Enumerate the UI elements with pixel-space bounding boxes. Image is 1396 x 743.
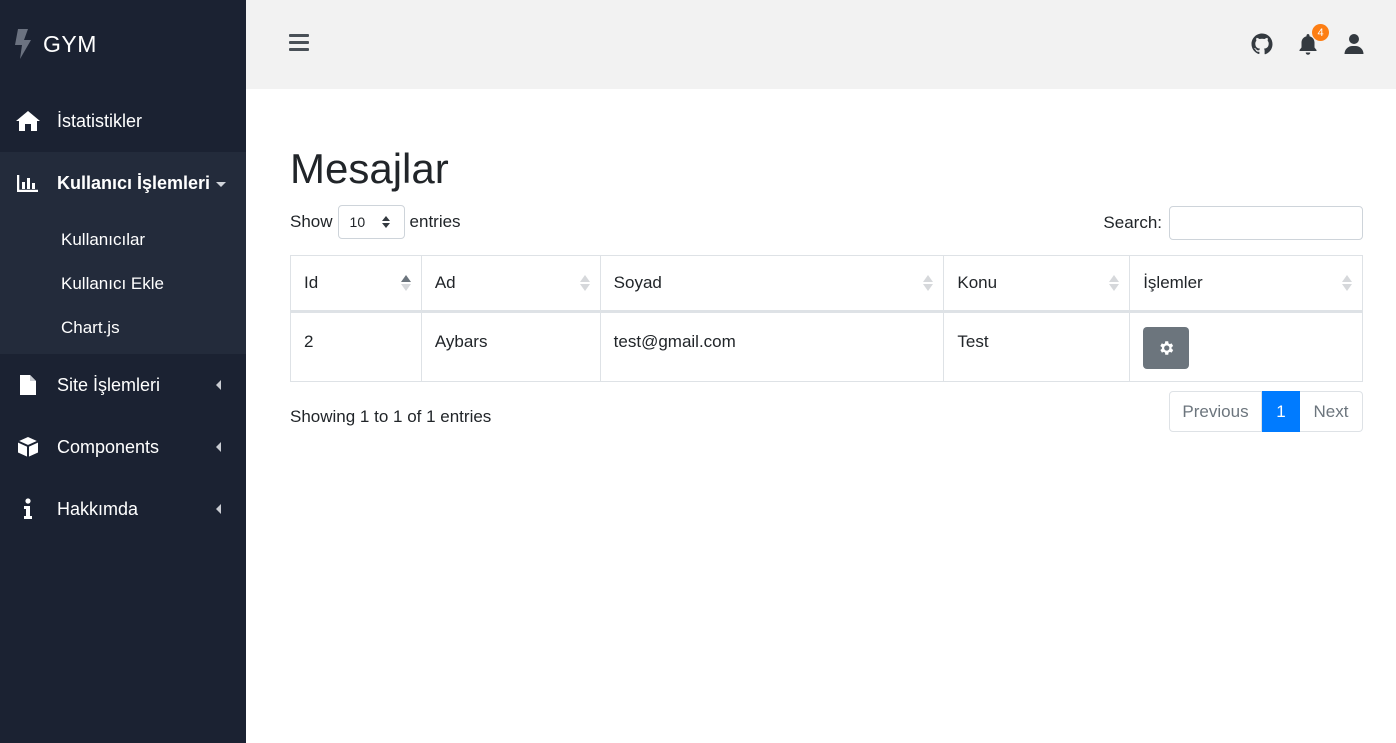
column-header-islemler[interactable]: İşlemler — [1129, 255, 1363, 313]
column-header-label: İşlemler — [1143, 273, 1203, 292]
page-title: Mesajlar — [290, 145, 449, 192]
file-icon — [15, 374, 41, 396]
chart-bar-icon — [15, 172, 41, 194]
sidebar-item-istatistikler[interactable]: İstatistikler — [0, 90, 246, 152]
caret-left-icon — [216, 442, 221, 452]
column-header-label: Soyad — [613, 273, 662, 292]
column-header-ad[interactable]: Ad — [420, 255, 601, 313]
table-row: 2 Aybars test@gmail.com Test — [290, 311, 1363, 382]
column-header-label: Ad — [434, 273, 456, 292]
cell-id: 2 — [290, 311, 422, 382]
column-header-label: Id — [304, 273, 319, 292]
messages-table: Id Ad Soyad Konu İşlemler 2 Aybars test@… — [290, 255, 1363, 382]
topbar: 4 — [246, 0, 1396, 89]
sidebar-item-label: Site İşlemleri — [57, 374, 161, 395]
pagination-next[interactable]: Next — [1300, 391, 1363, 432]
sort-icon — [1342, 275, 1352, 291]
caret-down-icon — [216, 181, 227, 187]
bars-icon[interactable] — [289, 34, 309, 52]
show-label: Show — [290, 212, 333, 231]
page-length-select[interactable]: 10 — [337, 205, 405, 239]
brand[interactable]: GYM — [0, 0, 246, 88]
sidebar-item-label: İstatistikler — [57, 110, 143, 131]
pagination: Previous 1 Next — [1169, 391, 1363, 432]
search-label: Search: — [1103, 213, 1162, 232]
sidebar-item-kullanici-islemleri[interactable]: Kullanıcı İşlemleri — [0, 152, 246, 214]
sort-icon — [923, 275, 934, 291]
sidebar-item-site-islemleri[interactable]: Site İşlemleri — [0, 354, 246, 416]
gear-icon — [1160, 341, 1174, 355]
sidebar: GYM İstatistikler Kullanıcı İşlemleri Ku… — [0, 0, 246, 743]
cell-ad: Aybars — [420, 311, 601, 382]
info-icon — [15, 498, 41, 520]
sort-ascending-icon — [400, 275, 411, 291]
bolt-icon — [15, 29, 31, 59]
search-input[interactable] — [1169, 206, 1363, 240]
entries-label: entries — [409, 212, 461, 231]
page-length-control: Show 10 entries — [290, 205, 461, 239]
sidebar-item-label: Components — [57, 436, 160, 457]
github-icon[interactable] — [1250, 32, 1274, 56]
table-header-row: Id Ad Soyad Konu İşlemler — [290, 255, 1363, 313]
sidebar-item-label: Hakkımda — [57, 498, 139, 519]
table-search: Search: — [1103, 206, 1363, 240]
column-header-label: Konu — [957, 273, 998, 292]
column-header-id[interactable]: Id — [290, 255, 422, 313]
sidebar-subitem-chartjs[interactable]: Chart.js — [0, 306, 246, 350]
column-header-konu[interactable]: Konu — [943, 255, 1131, 313]
sidebar-subitem-kullanicilar[interactable]: Kullanıcılar — [0, 218, 246, 262]
home-icon — [15, 110, 41, 132]
cell-islemler — [1129, 311, 1363, 382]
brand-name: GYM — [43, 30, 97, 57]
cube-icon — [15, 436, 41, 458]
table-info: Showing 1 to 1 of 1 entries — [290, 407, 492, 426]
user-icon[interactable] — [1342, 32, 1366, 56]
sidebar-item-components[interactable]: Components — [0, 416, 246, 478]
pagination-page-1[interactable]: 1 — [1262, 391, 1300, 432]
column-header-soyad[interactable]: Soyad — [599, 255, 945, 313]
sort-icon — [1109, 275, 1120, 291]
sidebar-item-hakkimda[interactable]: Hakkımda — [0, 478, 246, 540]
sort-icon — [579, 275, 590, 291]
caret-left-icon — [216, 380, 221, 390]
sidebar-subitem-kullanici-ekle[interactable]: Kullanıcı Ekle — [0, 262, 246, 306]
caret-left-icon — [216, 504, 221, 514]
pagination-previous[interactable]: Previous — [1169, 391, 1262, 432]
page-length-value: 10 — [349, 214, 366, 230]
cell-konu: Test — [943, 311, 1131, 382]
select-arrows-icon — [381, 216, 390, 228]
sidebar-item-label: Kullanıcı İşlemleri — [57, 172, 211, 193]
cell-soyad: test@gmail.com — [599, 311, 945, 382]
settings-button[interactable] — [1143, 327, 1190, 369]
notification-badge: 4 — [1312, 24, 1329, 41]
submenu-kullanici-islemleri: Kullanıcılar Kullanıcı Ekle Chart.js — [0, 214, 246, 354]
